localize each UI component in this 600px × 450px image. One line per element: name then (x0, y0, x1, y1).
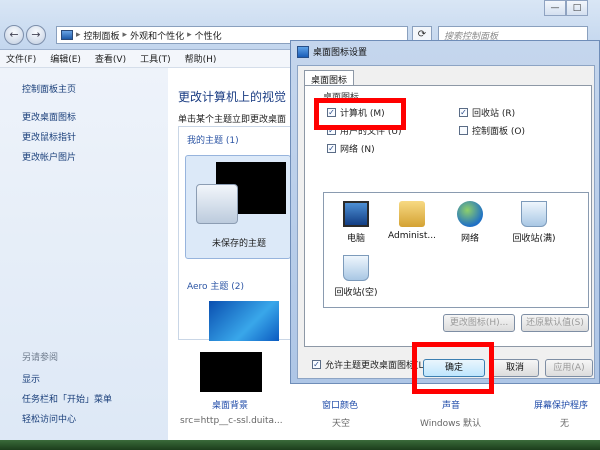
icon-item-label: 网络 (460, 234, 479, 244)
minimize-button[interactable]: — (544, 0, 566, 16)
breadcrumb-separator: ▸ (122, 30, 128, 40)
dialog-titlebar[interactable]: 桌面图标设置 (297, 45, 367, 58)
user-folder-icon (399, 201, 425, 227)
sidebar-item-change-account-picture[interactable]: 更改帐户图片 (22, 150, 76, 163)
icon-item-recycle-bin-empty[interactable]: 回收站(空) (324, 255, 388, 298)
sidebar-item-change-mouse-pointer[interactable]: 更改鼠标指针 (22, 130, 76, 143)
checkbox-check-icon: ✓ (327, 144, 336, 153)
desktop-icon-settings-dialog: 桌面图标设置 桌面图标 桌面图标 ✓ 计算机 (M) ✓ 回收站 (R) ✓ 用… (290, 40, 600, 384)
breadcrumb-separator: ▸ (76, 30, 81, 40)
computer-icon (343, 201, 369, 227)
forward-button[interactable]: → (26, 25, 46, 45)
checkbox-empty-icon (459, 126, 468, 135)
breadcrumb-appearance[interactable]: 外观和个性化 (130, 29, 184, 42)
network-checkbox-label: 网络 (N) (340, 145, 375, 155)
allow-themes-checkbox[interactable]: ✓ 允许主题更改桌面图标(L) (312, 358, 427, 371)
restore-default-button[interactable]: 还原默认值(S) (521, 314, 589, 332)
breadcrumb-control-panel[interactable]: 控制面板 (84, 29, 120, 42)
checkbox-check-icon: ✓ (459, 108, 468, 117)
aero-theme-thumbnail[interactable] (209, 301, 279, 341)
highlight-box-computer (314, 98, 406, 130)
control-panel-icon (61, 30, 73, 40)
dialog-title: 桌面图标设置 (313, 48, 368, 58)
sidebar-item-change-desktop-icons[interactable]: 更改桌面图标 (22, 110, 76, 123)
network-globe-icon (457, 201, 483, 227)
icon-item-network[interactable]: 网络 (438, 201, 502, 244)
network-checkbox[interactable]: ✓ 网络 (N) (327, 142, 375, 155)
sound-value: Windows 默认 (420, 419, 482, 429)
change-icon-button[interactable]: 更改图标(H)... (443, 314, 515, 332)
recycle-bin-checkbox-label: 回收站 (R) (472, 109, 516, 119)
icon-item-label: 电脑 (346, 234, 365, 244)
icon-item-label: 回收站(满) (512, 234, 556, 244)
my-themes-heading: 我的主题 (1) (187, 136, 239, 146)
aero-themes-heading: Aero 主题 (2) (187, 282, 245, 292)
apply-button[interactable]: 应用(A) (545, 359, 593, 377)
unsaved-theme-label: 未保存的主题 (211, 239, 266, 249)
icon-item-computer[interactable]: 电脑 (324, 201, 388, 244)
sidebar-item-control-panel-home[interactable]: 控制面板主页 (22, 82, 76, 95)
menu-file[interactable]: 文件(F) (6, 52, 36, 65)
breadcrumb-separator: ▸ (187, 30, 192, 40)
icon-item-label: 回收站(空) (334, 288, 378, 298)
desktop-strip (0, 440, 600, 450)
menu-help[interactable]: 帮助(H) (185, 52, 217, 65)
tab-desktop-icons[interactable]: 桌面图标 (304, 70, 355, 86)
sidebar: 控制面板主页 更改桌面图标 更改鼠标指针 更改帐户图片 另请参阅 显示 任务栏和… (0, 68, 168, 450)
control-panel-checkbox-label: 控制面板 (O) (472, 127, 525, 137)
sound-link[interactable]: 声音 (442, 398, 460, 411)
maximize-button[interactable]: □ (566, 0, 588, 16)
icon-item-label: Administ... (388, 231, 436, 241)
recycle-bin-checkbox[interactable]: ✓ 回收站 (R) (459, 106, 515, 119)
icon-item-user-files[interactable]: Administ... (380, 201, 444, 241)
control-panel-checkbox[interactable]: 控制面板 (O) (459, 124, 525, 137)
desktop-icon-list[interactable]: 电脑 Administ... 网络 回收站(满) 回收站(空) (323, 192, 589, 308)
sidebar-item-display[interactable]: 显示 (22, 372, 40, 385)
recycle-bin-full-icon (521, 201, 547, 227)
desktop-background-link[interactable]: 桌面背景 (212, 398, 248, 411)
desktop-background-value: src=http__c-ssl.duita... (180, 416, 283, 426)
sidebar-item-taskbar[interactable]: 任务栏和「开始」菜单 (22, 392, 112, 405)
menu-edit[interactable]: 编辑(E) (50, 52, 81, 65)
desktop-background-swatch[interactable] (200, 352, 262, 392)
theme-preview-window (196, 184, 238, 224)
cancel-button[interactable]: 取消 (491, 359, 539, 377)
screensaver-value: 无 (560, 419, 570, 429)
icon-item-recycle-bin-full[interactable]: 回收站(满) (502, 201, 566, 244)
checkbox-check-icon: ✓ (312, 360, 321, 369)
sidebar-item-ease-of-access[interactable]: 轻松访问中心 (22, 412, 76, 425)
breadcrumb-personalization[interactable]: 个性化 (195, 29, 222, 42)
see-also-title: 另请参阅 (22, 353, 59, 363)
theme-list[interactable]: 我的主题 (1) 未保存的主题 Aero 主题 (2) (178, 126, 296, 341)
menu-view[interactable]: 查看(V) (95, 52, 126, 65)
page-subtitle: 单击某个主题立即更改桌面 (178, 115, 287, 125)
page-title: 更改计算机上的视觉 (178, 90, 287, 104)
window-color-link[interactable]: 窗口颜色 (322, 398, 358, 411)
screensaver-link[interactable]: 屏幕保护程序 (534, 398, 588, 411)
highlight-box-ok (412, 342, 494, 394)
window-color-value: 天空 (332, 419, 351, 429)
dialog-app-icon (297, 45, 309, 58)
recycle-bin-empty-icon (343, 255, 369, 281)
back-button[interactable]: ← (4, 25, 24, 45)
menu-tools[interactable]: 工具(T) (140, 52, 171, 65)
unsaved-theme-item[interactable]: 未保存的主题 (185, 155, 291, 259)
